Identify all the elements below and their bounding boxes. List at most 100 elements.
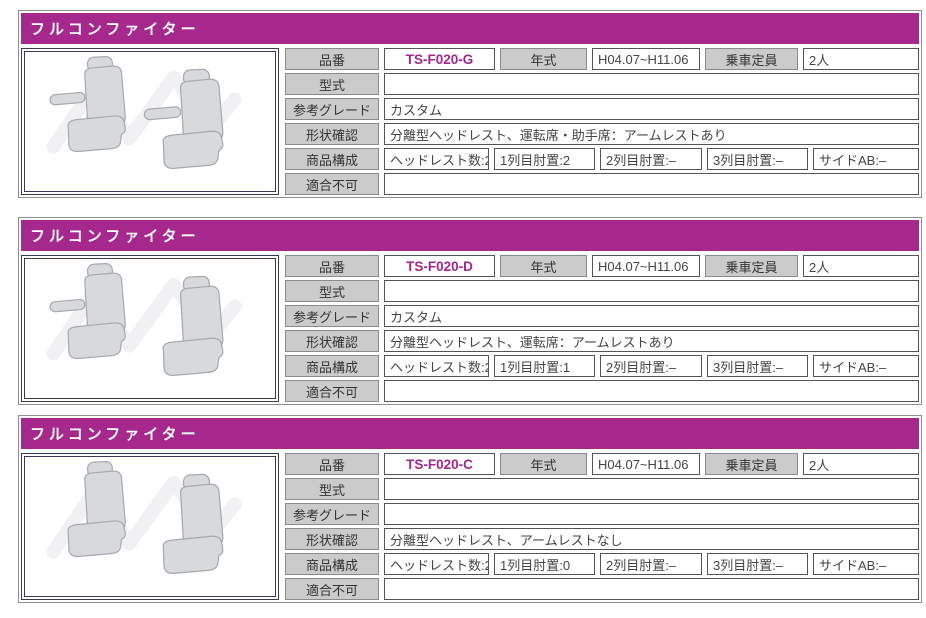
- grade-value: カスタム: [384, 305, 919, 327]
- seat-image-frame: [21, 48, 279, 195]
- grade-label: 参考グレード: [285, 503, 379, 525]
- grade-value: [384, 503, 919, 525]
- year-value: H04.07~H11.06: [592, 255, 700, 277]
- incompatible-value: [384, 173, 919, 195]
- row1-armrest-value: 1列目肘置:0: [494, 553, 595, 575]
- year-value: H04.07~H11.06: [592, 48, 700, 70]
- composition-label: 商品構成: [285, 553, 379, 575]
- card-header-bar: フルコンファイター: [21, 220, 919, 251]
- table-row: 品番 TS-F020-D 年式 H04.07~H11.06 乗車定員 2人: [285, 255, 919, 277]
- row3-armrest-value: 3列目肘置:–: [707, 355, 808, 377]
- incompatible-label: 適合不可: [285, 380, 379, 402]
- table-row: 形状確認 分離型ヘッドレスト、運転席・助手席：アームレストあり: [285, 123, 919, 145]
- capacity-label: 乗車定員: [705, 255, 798, 277]
- capacity-label: 乗車定員: [705, 453, 798, 475]
- table-row: 参考グレード: [285, 503, 919, 525]
- composition-label: 商品構成: [285, 148, 379, 170]
- model-label: 型式: [285, 478, 379, 500]
- vehicle-name-title: フルコンファイター: [30, 18, 200, 39]
- year-label: 年式: [500, 255, 587, 277]
- table-row: 参考グレード カスタム: [285, 98, 919, 120]
- composition-label: 商品構成: [285, 355, 379, 377]
- headrest-count-value: ヘッドレスト数:2: [384, 553, 489, 575]
- side-airbag-value: サイドAB:–: [813, 355, 919, 377]
- model-value: [384, 478, 919, 500]
- grade-value: カスタム: [384, 98, 919, 120]
- seat-image: [24, 258, 276, 399]
- seat-image-frame: [21, 453, 279, 600]
- grade-label: 参考グレード: [285, 305, 379, 327]
- shape-value: 分離型ヘッドレスト、運転席・助手席：アームレストあり: [384, 123, 919, 145]
- headrest-count-value: ヘッドレスト数:2: [384, 148, 489, 170]
- side-airbag-value: サイドAB:–: [813, 553, 919, 575]
- shape-label: 形状確認: [285, 123, 379, 145]
- side-airbag-value: サイドAB:–: [813, 148, 919, 170]
- table-row: 品番 TS-F020-C 年式 H04.07~H11.06 乗車定員 2人: [285, 453, 919, 475]
- spec-table: 品番 TS-F020-G 年式 H04.07~H11.06 乗車定員 2人 型式…: [285, 48, 919, 195]
- shape-value: 分離型ヘッドレスト、アームレストなし: [384, 528, 919, 550]
- row2-armrest-value: 2列目肘置:–: [600, 355, 702, 377]
- card-body: 品番 TS-F020-G 年式 H04.07~H11.06 乗車定員 2人 型式…: [21, 48, 919, 195]
- part-number-label: 品番: [285, 453, 379, 475]
- shape-label: 形状確認: [285, 330, 379, 352]
- card-header-bar: フルコンファイター: [21, 13, 919, 44]
- table-row: 型式: [285, 280, 919, 302]
- spec-table: 品番 TS-F020-C 年式 H04.07~H11.06 乗車定員 2人 型式…: [285, 453, 919, 600]
- year-value: H04.07~H11.06: [592, 453, 700, 475]
- capacity-value: 2人: [803, 48, 919, 70]
- table-row: 商品構成 ヘッドレスト数:2 1列目肘置:0 2列目肘置:– 3列目肘置:– サ…: [285, 553, 919, 575]
- product-card-ts-f020-c: フルコンファイター: [18, 415, 922, 603]
- product-spec-page: フルコンファイター: [0, 0, 926, 603]
- part-number-value: TS-F020-D: [384, 255, 495, 277]
- row1-armrest-value: 1列目肘置:2: [494, 148, 595, 170]
- year-label: 年式: [500, 48, 587, 70]
- shape-value: 分離型ヘッドレスト、運転席：アームレストあり: [384, 330, 919, 352]
- vehicle-name-title: フルコンファイター: [30, 423, 200, 444]
- table-row: 適合不可: [285, 173, 919, 195]
- capacity-value: 2人: [803, 255, 919, 277]
- seat-image: [24, 456, 276, 597]
- part-number-value: TS-F020-C: [384, 453, 495, 475]
- product-card-ts-f020-d: フルコンファイター: [18, 217, 922, 405]
- table-row: 適合不可: [285, 380, 919, 402]
- table-row: 形状確認 分離型ヘッドレスト、運転席：アームレストあり: [285, 330, 919, 352]
- seat-illustration: [25, 457, 275, 596]
- spec-table: 品番 TS-F020-D 年式 H04.07~H11.06 乗車定員 2人 型式…: [285, 255, 919, 402]
- part-number-value: TS-F020-G: [384, 48, 495, 70]
- row2-armrest-value: 2列目肘置:–: [600, 553, 702, 575]
- model-value: [384, 280, 919, 302]
- capacity-label: 乗車定員: [705, 48, 798, 70]
- table-row: 形状確認 分離型ヘッドレスト、アームレストなし: [285, 528, 919, 550]
- card-header-bar: フルコンファイター: [21, 418, 919, 449]
- model-label: 型式: [285, 280, 379, 302]
- year-label: 年式: [500, 453, 587, 475]
- product-card-ts-f020-g: フルコンファイター: [18, 10, 922, 198]
- vehicle-name-title: フルコンファイター: [30, 225, 200, 246]
- table-row: 適合不可: [285, 578, 919, 600]
- table-row: 型式: [285, 73, 919, 95]
- seat-illustration: [25, 259, 275, 398]
- seat-illustration: [25, 52, 275, 191]
- row2-armrest-value: 2列目肘置:–: [600, 148, 702, 170]
- model-value: [384, 73, 919, 95]
- card-body: 品番 TS-F020-D 年式 H04.07~H11.06 乗車定員 2人 型式…: [21, 255, 919, 402]
- table-row: 商品構成 ヘッドレスト数:2 1列目肘置:1 2列目肘置:– 3列目肘置:– サ…: [285, 355, 919, 377]
- incompatible-value: [384, 380, 919, 402]
- incompatible-value: [384, 578, 919, 600]
- seat-image: [24, 51, 276, 192]
- headrest-count-value: ヘッドレスト数:2: [384, 355, 489, 377]
- row3-armrest-value: 3列目肘置:–: [707, 148, 808, 170]
- grade-label: 参考グレード: [285, 98, 379, 120]
- table-row: 参考グレード カスタム: [285, 305, 919, 327]
- model-label: 型式: [285, 73, 379, 95]
- shape-label: 形状確認: [285, 528, 379, 550]
- table-row: 品番 TS-F020-G 年式 H04.07~H11.06 乗車定員 2人: [285, 48, 919, 70]
- part-number-label: 品番: [285, 255, 379, 277]
- capacity-value: 2人: [803, 453, 919, 475]
- row1-armrest-value: 1列目肘置:1: [494, 355, 595, 377]
- table-row: 型式: [285, 478, 919, 500]
- incompatible-label: 適合不可: [285, 173, 379, 195]
- table-row: 商品構成 ヘッドレスト数:2 1列目肘置:2 2列目肘置:– 3列目肘置:– サ…: [285, 148, 919, 170]
- incompatible-label: 適合不可: [285, 578, 379, 600]
- row3-armrest-value: 3列目肘置:–: [707, 553, 808, 575]
